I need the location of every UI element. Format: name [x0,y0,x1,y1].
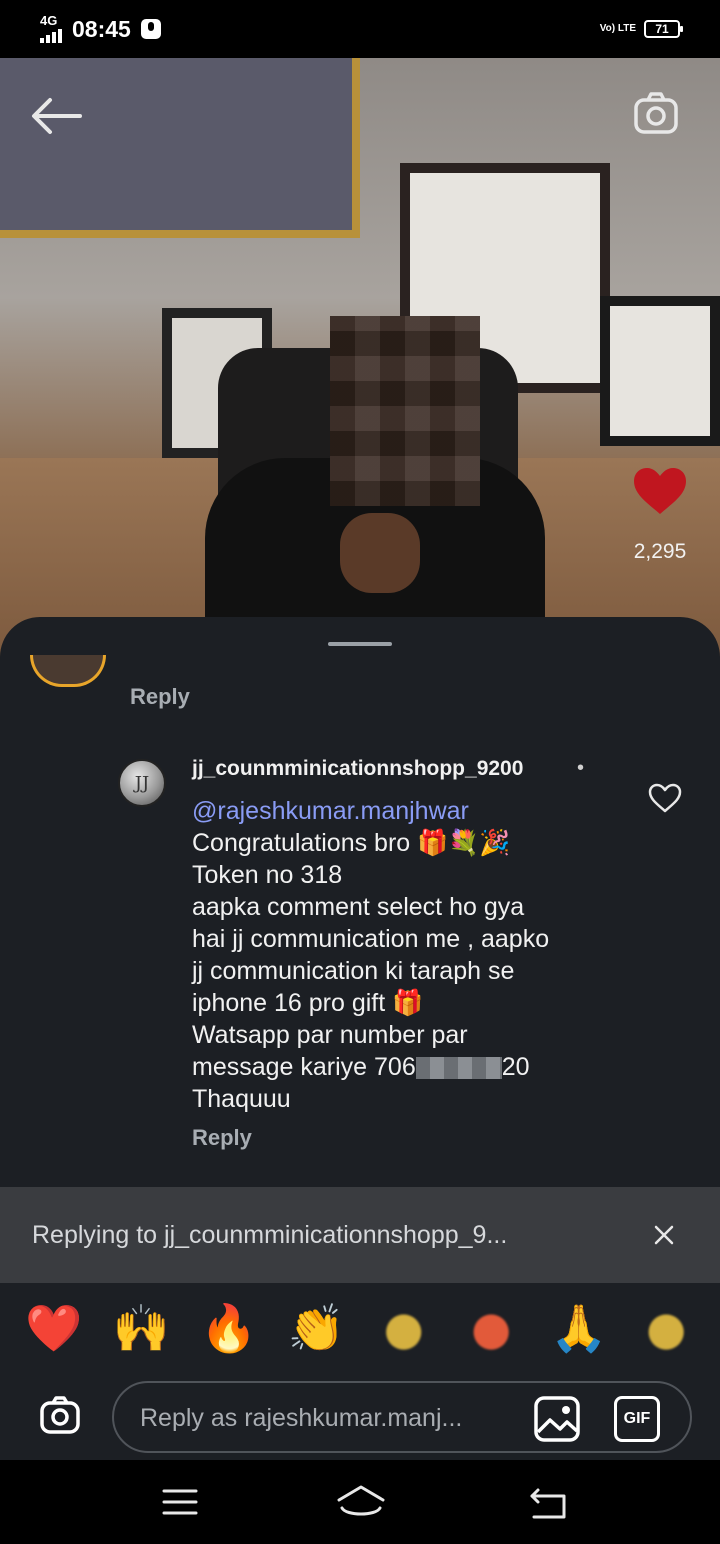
comment-text: @rajeshkumar.manjhwar Congratulations br… [192,795,632,1115]
like-count: 2,295 [633,540,687,563]
back-icon[interactable] [528,1486,568,1520]
emoji-blurred[interactable]: ● [374,1301,434,1355]
signal-icon [40,27,62,43]
home-icon[interactable] [336,1484,386,1520]
comment-line: iphone 16 pro gift 🎁 [192,989,424,1017]
volte-icon: Vo) LTE [599,23,636,34]
like-comment-heart-icon[interactable] [648,783,682,813]
emoji-pray[interactable]: 🙏 [549,1301,609,1355]
avatar[interactable]: JJ [118,759,166,807]
replying-to-bar: Replying to jj_counmminicationnshopp_9..… [0,1187,720,1283]
comment-line: Watsapp par number par [192,1021,468,1049]
reply-placeholder: Reply as rajeshkumar.manj... [140,1404,463,1432]
drag-handle[interactable] [328,642,392,646]
close-icon[interactable] [652,1223,676,1247]
phone-prefix: message kariye 706 [192,1053,416,1081]
comment-username[interactable]: jj_counmminicationnshopp_9200 [192,757,523,781]
system-nav-bar [0,1460,720,1544]
back-arrow-icon[interactable] [30,96,82,136]
comment-line: Thaquuu [192,1085,291,1113]
replying-to-text: Replying to jj_counmminicationnshopp_9..… [32,1220,508,1249]
phone-suffix: 20 [501,1053,530,1081]
quick-emoji-bar: ❤️ 🙌 🔥 👏 ● ● 🙏 ● [0,1293,720,1363]
camera-icon[interactable] [40,1396,80,1434]
reply-button[interactable]: Reply [130,684,190,710]
comments-sheet: Reply JJ jj_counmminicationnshopp_9200 •… [0,617,720,1460]
battery-icon: 71 [644,20,683,38]
status-bar: 4G 08:45 Vo) LTE 71 [0,0,720,58]
separator-dot: • [577,757,585,779]
wall-painting [0,58,360,238]
comment-line: Token no 318 [192,861,343,889]
emoji-fire[interactable]: 🔥 [199,1301,259,1355]
comment-line: hai jj communication me , aapko [192,925,550,953]
emoji-blurred[interactable]: ● [461,1301,521,1355]
mention-link[interactable]: @rajeshkumar.manjhwar [192,795,632,827]
comment-line: jj communication ki taraph se [192,957,515,985]
network-type: 4G [40,13,58,28]
comment-line: aapka comment select ho gya [192,893,525,921]
blurred-face [330,316,480,506]
like-heart-icon[interactable] [632,466,688,516]
reply-input[interactable]: Reply as rajeshkumar.manj... GIF [112,1381,692,1453]
wall-photo-small [600,296,720,446]
mic-icon [140,19,161,39]
emoji-blurred[interactable]: ● [636,1301,696,1355]
camera-icon[interactable] [632,90,680,138]
hands [340,513,420,593]
recents-menu-icon[interactable] [162,1488,198,1516]
emoji-clap[interactable]: 👏 [286,1301,346,1355]
image-icon[interactable] [534,1396,580,1442]
redacted-number [415,1057,502,1080]
avatar[interactable] [30,655,106,687]
emoji-raised-hands[interactable]: 🙌 [111,1301,171,1355]
clock: 08:45 [72,15,131,42]
comment-line: Congratulations bro 🎁💐🎉 [192,829,511,857]
gif-icon[interactable]: GIF [614,1396,660,1442]
reel-video[interactable]: 2,295 [0,58,720,658]
comment-phone-line: message kariye 706 20 [192,1051,632,1083]
reply-button[interactable]: Reply [192,1125,252,1151]
emoji-heart[interactable]: ❤️ [24,1301,84,1355]
reply-composer: Reply as rajeshkumar.manj... GIF [0,1377,720,1457]
